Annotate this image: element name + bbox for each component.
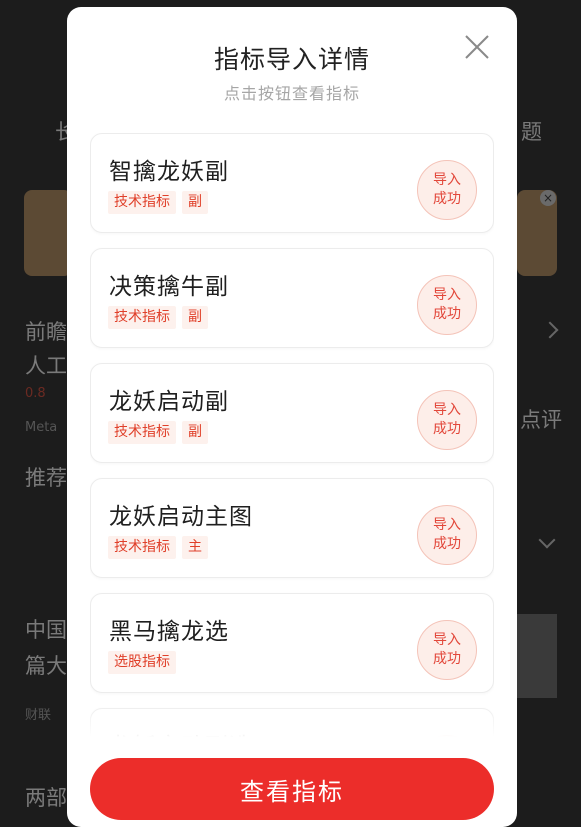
background-text: 篇大 [25, 654, 67, 678]
chevron-right-icon [541, 321, 559, 339]
indicator-tags: 技术指标主 [108, 536, 208, 559]
indicator-tags: 选股指标 [108, 651, 176, 674]
indicator-tag: 副 [182, 191, 208, 214]
import-status-label: 导入成功 [433, 287, 461, 322]
import-status-label: 导入成功 [433, 402, 461, 437]
import-status-label: 导入成功 [433, 632, 461, 667]
background-text: 人工 [25, 354, 67, 378]
indicator-list[interactable]: 智擒龙妖副 技术指标副导入成功 决策擒牛副 技术指标副导入成功 龙妖启动副 技术指标副导入… [90, 133, 494, 743]
background-text: Meta [25, 420, 58, 435]
indicator-card[interactable]: 龙妖启动副技术指标副 导入成功 [90, 363, 494, 463]
background-text: 两部 [25, 786, 67, 810]
background-banner-left [24, 190, 72, 276]
indicator-tags: 技术指标副 [108, 421, 208, 444]
import-status-label: 导入成功 [433, 517, 461, 552]
close-button[interactable] [463, 33, 491, 61]
indicator-name: 决策擒牛副 [109, 274, 229, 300]
view-indicators-button[interactable]: 查看指标 [90, 758, 494, 820]
indicator-card[interactable]: 黑马擒龙选选股指标 导入成功 [90, 593, 494, 693]
background-text: 题 [521, 120, 542, 144]
indicator-name: 智擒龙妖副 [109, 159, 229, 185]
indicator-card[interactable]: 决策擒牛副技术指标副 导入成功 [90, 248, 494, 348]
indicator-tags: 技术指标副 [108, 191, 208, 214]
background-text: 前瞻 [25, 320, 67, 344]
indicator-tag: 主 [182, 536, 208, 559]
import-success-badge: 导入成功 [417, 390, 477, 450]
indicator-tag: 副 [182, 306, 208, 329]
indicator-tag: 技术指标 [108, 306, 176, 329]
list-fade [90, 703, 494, 743]
import-success-badge: 导入成功 [417, 620, 477, 680]
import-status-label: 导入成功 [433, 172, 461, 207]
indicator-tag: 技术指标 [108, 191, 176, 214]
indicator-import-dialog: 指标导入详情 点击按钮查看指标 智擒龙妖副 技术指标副导入成功 决策擒牛副 技术指标副… [67, 7, 517, 827]
close-icon [465, 35, 489, 59]
background-text: 财联 [25, 708, 52, 723]
indicator-card[interactable]: 龙妖启动主图 技术指标主 导入成功 [90, 478, 494, 578]
import-success-badge: 导入成功 [417, 505, 477, 565]
indicator-name: 龙妖启动主图 [109, 504, 253, 530]
background-text: 点评 [520, 408, 562, 432]
indicator-name: 黑马擒龙选 [109, 619, 229, 645]
background-text: 0.8 [25, 386, 46, 401]
indicator-tag: 技术指标 [108, 421, 176, 444]
import-success-badge: 导入成功 [417, 160, 477, 220]
indicator-card[interactable]: 智擒龙妖副技术指标副 导入成功 [90, 133, 494, 233]
import-success-badge: 导入成功 [417, 275, 477, 335]
dialog-subtitle: 点击按钮查看指标 [223, 84, 360, 103]
background-text: 推荐 [25, 466, 67, 490]
chevron-down-icon [538, 531, 556, 549]
background-thumbnail [517, 614, 557, 698]
indicator-tags: 技术指标副 [108, 306, 208, 329]
indicator-tag: 副 [182, 421, 208, 444]
indicator-tag: 技术指标 [108, 536, 176, 559]
indicator-tag: 选股指标 [108, 651, 176, 674]
background-text: 中国 [25, 618, 67, 642]
indicator-name: 龙妖启动副 [109, 389, 229, 415]
dialog-title: 指标导入详情 [213, 45, 370, 74]
banner-close-icon: × [540, 190, 556, 206]
